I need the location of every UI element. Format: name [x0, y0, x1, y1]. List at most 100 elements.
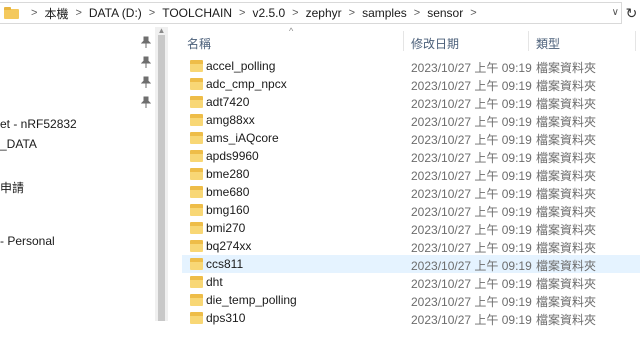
file-row[interactable]: dht 2023/10/27 上午 09:19 檔案資料夾: [182, 273, 640, 291]
folder-icon: [190, 168, 203, 180]
file-row[interactable]: amg88xx 2023/10/27 上午 09:19 檔案資料夾: [182, 111, 640, 129]
folder-icon: [190, 312, 203, 324]
breadcrumb-samples[interactable]: samples: [362, 6, 407, 20]
file-type: 檔案資料夾: [536, 61, 597, 75]
file-name: ccs811: [206, 257, 244, 271]
file-row[interactable]: bmg160 2023/10/27 上午 09:19 檔案資料夾: [182, 201, 640, 219]
address-dropdown-icon[interactable]: ∨: [612, 7, 619, 18]
file-type: 檔案資料夾: [536, 313, 597, 327]
pin-icon[interactable]: [140, 56, 152, 68]
column-divider[interactable]: [528, 31, 529, 51]
file-row[interactable]: ccs811 2023/10/27 上午 09:19 檔案資料夾: [182, 255, 640, 273]
file-name: die_temp_polling: [206, 293, 297, 307]
chevron-right-icon[interactable]: >: [75, 7, 81, 19]
file-row[interactable]: die_temp_polling 2023/10/27 上午 09:19 檔案資料夾: [182, 291, 640, 309]
column-divider[interactable]: [635, 31, 636, 51]
file-type: 檔案資料夾: [536, 115, 597, 129]
chevron-right-icon[interactable]: >: [349, 7, 355, 19]
file-type: 檔案資料夾: [536, 259, 597, 273]
file-modified-date: 2023/10/27 上午 09:19: [411, 223, 532, 237]
file-row[interactable]: adc_cmp_npcx 2023/10/27 上午 09:19 檔案資料夾: [182, 75, 640, 93]
nav-item-data[interactable]: _DATA: [0, 137, 37, 151]
file-name: bq274xx: [206, 239, 252, 253]
file-modified-date: 2023/10/27 上午 09:19: [411, 133, 532, 147]
file-modified-date: 2023/10/27 上午 09:19: [411, 295, 532, 309]
nav-scrollbar[interactable]: ▲: [155, 27, 168, 321]
breadcrumb-data-drive[interactable]: DATA (D:): [89, 6, 142, 20]
refresh-icon: ↻: [625, 4, 638, 21]
file-name: apds9960: [206, 149, 259, 163]
chevron-right-icon[interactable]: >: [470, 7, 476, 19]
navigation-pane: et - nRF52832 _DATA 申請 - Personal: [0, 27, 155, 347]
nav-scrollbar-thumb[interactable]: [158, 35, 165, 321]
file-row[interactable]: ams_iAQcore 2023/10/27 上午 09:19 檔案資料夾: [182, 129, 640, 147]
folder-icon: [190, 276, 203, 288]
file-row[interactable]: adt7420 2023/10/27 上午 09:19 檔案資料夾: [182, 93, 640, 111]
refresh-button[interactable]: ↻: [623, 2, 640, 24]
breadcrumb-this-pc[interactable]: 本機: [44, 5, 68, 22]
file-type: 檔案資料夾: [536, 295, 597, 309]
chevron-right-icon[interactable]: >: [292, 7, 298, 19]
file-name: bmi270: [206, 221, 246, 235]
file-name: adc_cmp_npcx: [206, 77, 287, 91]
folder-icon: [190, 132, 203, 144]
file-row[interactable]: accel_polling 2023/10/27 上午 09:19 檔案資料夾: [182, 57, 640, 75]
column-header-modified[interactable]: 修改日期: [411, 35, 459, 52]
file-row[interactable]: dps310 2023/10/27 上午 09:19 檔案資料夾: [182, 309, 640, 327]
file-name: adt7420: [206, 95, 250, 109]
file-modified-date: 2023/10/27 上午 09:19: [411, 97, 532, 111]
sort-ascending-icon: ^: [289, 26, 294, 36]
file-modified-date: 2023/10/27 上午 09:19: [411, 151, 532, 165]
nav-item-application[interactable]: 申請: [0, 179, 24, 196]
file-name: bme280: [206, 167, 250, 181]
folder-icon: [190, 186, 203, 198]
nav-item-nrf52832[interactable]: et - nRF52832: [0, 117, 77, 131]
file-row[interactable]: bmi270 2023/10/27 上午 09:19 檔案資料夾: [182, 219, 640, 237]
scroll-up-icon[interactable]: ▲: [157, 27, 166, 35]
file-modified-date: 2023/10/27 上午 09:19: [411, 277, 532, 291]
folder-icon: [190, 204, 203, 216]
breadcrumb-toolchain[interactable]: TOOLCHAIN: [162, 6, 232, 20]
column-header-type[interactable]: 類型: [536, 35, 560, 52]
file-modified-date: 2023/10/27 上午 09:19: [411, 187, 532, 201]
file-name: accel_polling: [206, 59, 276, 73]
folder-icon: [190, 96, 203, 108]
file-name: ams_iAQcore: [206, 131, 279, 145]
pin-icon[interactable]: [140, 76, 152, 88]
file-list: 名稱 ^ 修改日期 類型 accel_polling 2023/10/27 上午 …: [168, 26, 640, 347]
breadcrumb-sensor[interactable]: sensor: [427, 6, 463, 20]
file-modified-date: 2023/10/27 上午 09:19: [411, 61, 532, 75]
folder-icon: [190, 294, 203, 306]
folder-icon: [190, 222, 203, 234]
file-type: 檔案資料夾: [536, 187, 597, 201]
chevron-right-icon[interactable]: >: [239, 7, 245, 19]
file-modified-date: 2023/10/27 上午 09:19: [411, 313, 532, 327]
breadcrumb-zephyr[interactable]: zephyr: [306, 6, 342, 20]
file-row[interactable]: apds9960 2023/10/27 上午 09:19 檔案資料夾: [182, 147, 640, 165]
column-header-name[interactable]: 名稱: [187, 35, 211, 52]
chevron-right-icon[interactable]: >: [414, 7, 420, 19]
folder-icon: [190, 240, 203, 252]
address-breadcrumb[interactable]: > 本機 > DATA (D:) > TOOLCHAIN > v2.5.0 > …: [0, 2, 622, 24]
file-modified-date: 2023/10/27 上午 09:19: [411, 241, 532, 255]
column-divider[interactable]: [403, 31, 404, 51]
file-row[interactable]: bme680 2023/10/27 上午 09:19 檔案資料夾: [182, 183, 640, 201]
file-row[interactable]: bq274xx 2023/10/27 上午 09:19 檔案資料夾: [182, 237, 640, 255]
nav-item-personal[interactable]: - Personal: [0, 234, 55, 248]
file-name: amg88xx: [206, 113, 255, 127]
pin-icon[interactable]: [140, 96, 152, 108]
folder-icon: [4, 7, 20, 19]
chevron-right-icon: >: [31, 7, 38, 19]
file-name: bme680: [206, 185, 250, 199]
file-row[interactable]: bme280 2023/10/27 上午 09:19 檔案資料夾: [182, 165, 640, 183]
address-bar: > 本機 > DATA (D:) > TOOLCHAIN > v2.5.0 > …: [0, 0, 640, 27]
breadcrumb-version[interactable]: v2.5.0: [252, 6, 285, 20]
folder-icon: [190, 78, 203, 90]
file-modified-date: 2023/10/27 上午 09:19: [411, 169, 532, 183]
file-type: 檔案資料夾: [536, 241, 597, 255]
pin-icon[interactable]: [140, 36, 152, 48]
file-name: dps310: [206, 311, 246, 325]
folder-icon: [190, 114, 203, 126]
folder-icon: [190, 258, 203, 270]
chevron-right-icon[interactable]: >: [149, 7, 155, 19]
